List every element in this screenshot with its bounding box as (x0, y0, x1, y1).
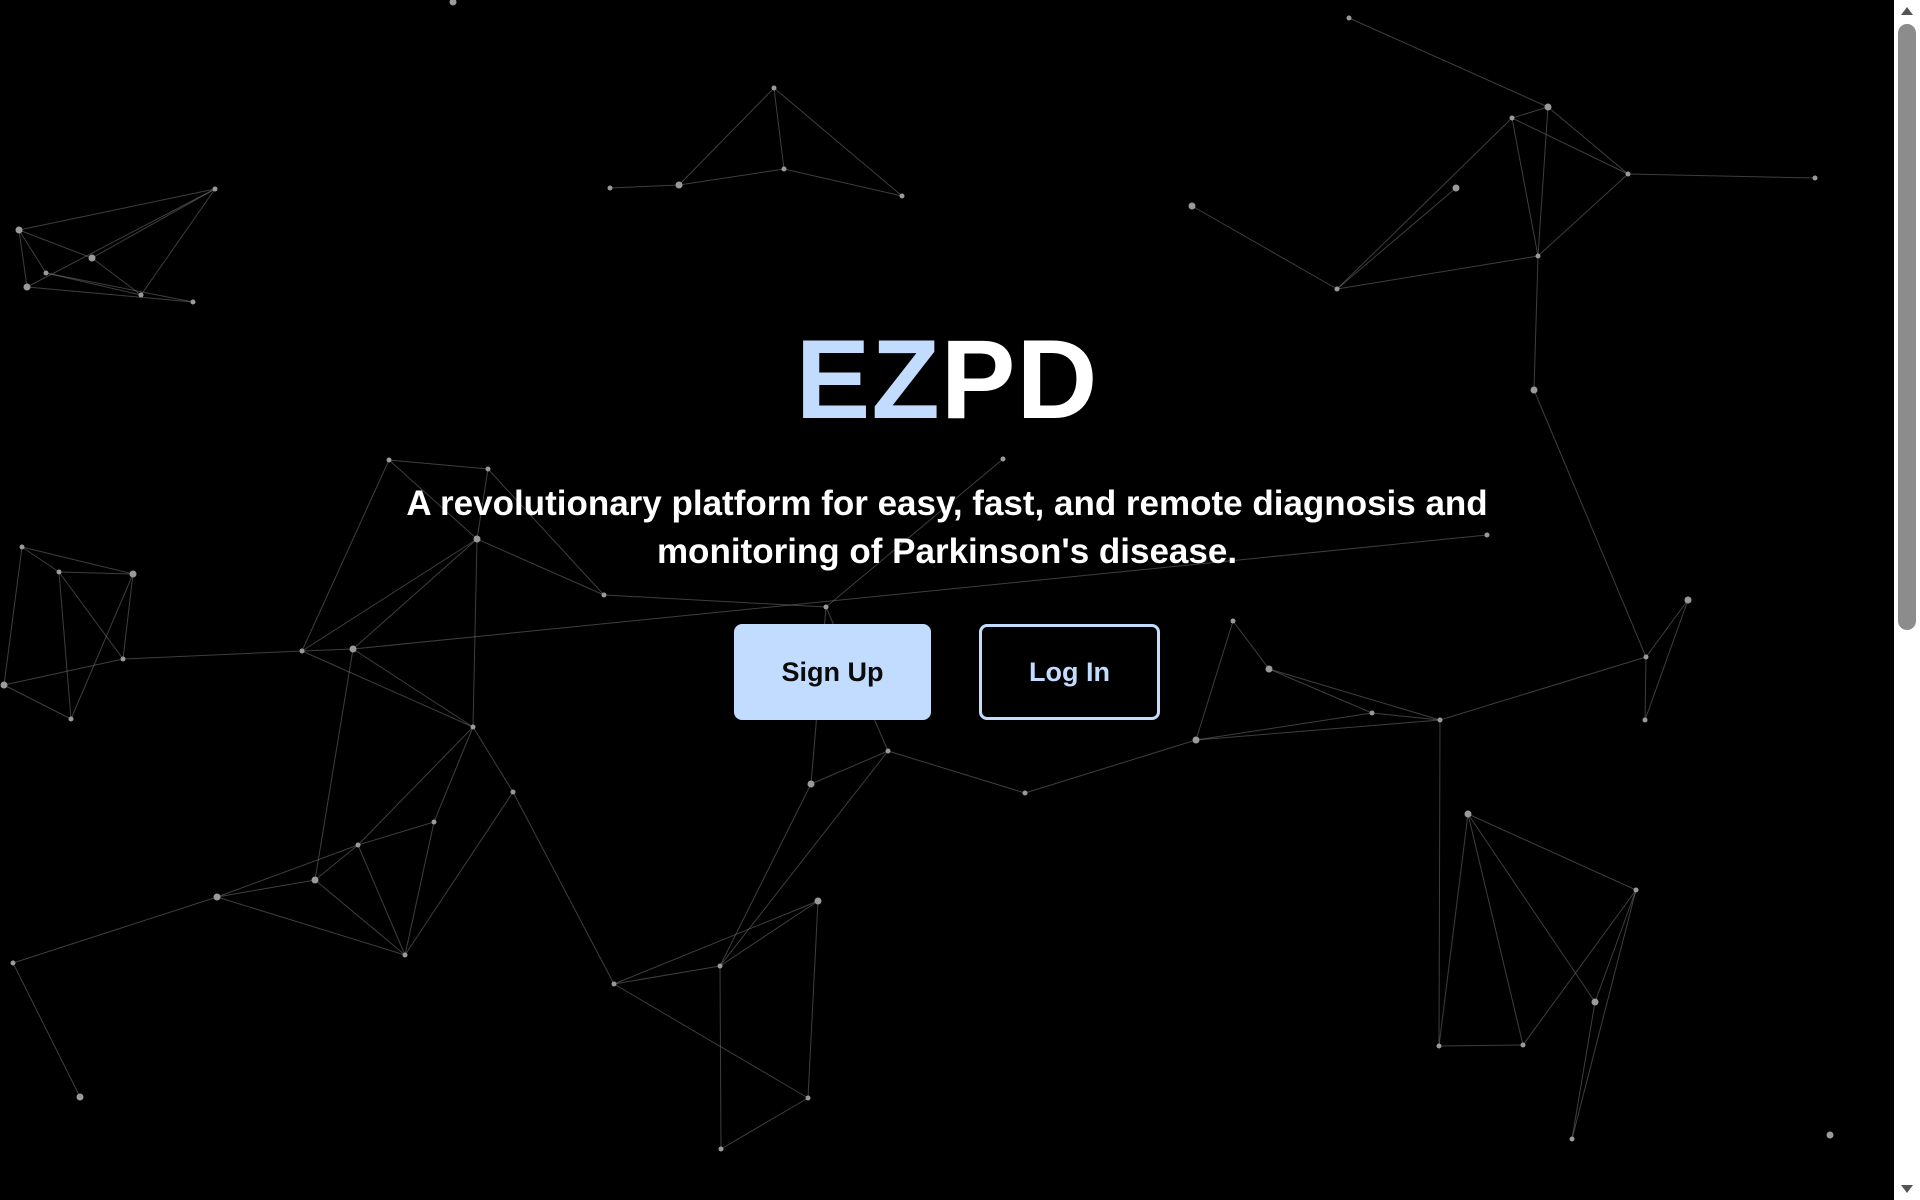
chevron-up-icon (1901, 7, 1913, 15)
log-in-button[interactable]: Log In (979, 624, 1160, 720)
chevron-down-icon (1901, 1185, 1913, 1193)
scroll-down-button[interactable] (1894, 1178, 1920, 1200)
tagline: A revolutionary platform for easy, fast,… (406, 484, 1488, 571)
sign-up-button[interactable]: Sign Up (734, 624, 931, 720)
scroll-thumb[interactable] (1898, 24, 1916, 630)
brand-title-main: PD (940, 317, 1099, 442)
vertical-scrollbar[interactable] (1894, 0, 1920, 1200)
brand-title: EZPD (0, 318, 1894, 442)
landing-page: EZPD A revolutionary platform for easy, … (0, 0, 1894, 1200)
brand-title-accent: EZ (795, 317, 941, 442)
hero-section: EZPD A revolutionary platform for easy, … (0, 0, 1894, 1200)
scroll-up-button[interactable] (1894, 0, 1920, 22)
